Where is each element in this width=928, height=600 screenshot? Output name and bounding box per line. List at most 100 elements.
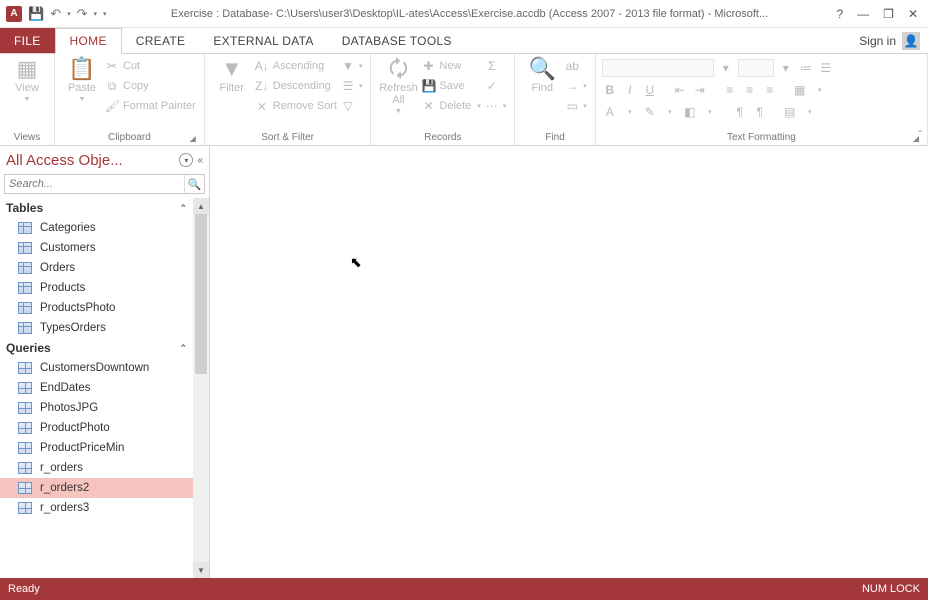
chevron-down-icon[interactable]: ▾	[778, 61, 794, 75]
chevron-down-icon[interactable]: ▾	[802, 108, 818, 116]
help-button[interactable]: ?	[836, 7, 843, 21]
nav-item-query[interactable]: PhotosJPG	[0, 398, 193, 418]
new-record-button[interactable]: ✚New	[419, 56, 482, 76]
nav-item-query[interactable]: ProductPriceMin	[0, 438, 193, 458]
restore-button[interactable]: ❐	[883, 7, 894, 21]
align-left-icon[interactable]: ≡	[722, 83, 738, 97]
font-name-combo[interactable]	[602, 59, 714, 77]
tab-home[interactable]: HOME	[55, 28, 122, 54]
tab-external-data[interactable]: EXTERNAL DATA	[199, 28, 327, 53]
paste-button[interactable]: 📋 Paste ▼	[61, 56, 103, 103]
scroll-up-icon[interactable]: ▲	[193, 198, 209, 214]
font-size-combo[interactable]	[738, 59, 774, 77]
delete-record-button[interactable]: ✕Delete▾	[419, 96, 482, 116]
ltr-icon[interactable]: ¶	[732, 105, 748, 119]
undo-icon[interactable]: ↶	[50, 6, 61, 22]
collapse-ribbon-button[interactable]: ˆ	[919, 130, 922, 141]
find-button[interactable]: 🔍 Find	[521, 56, 563, 94]
nav-category[interactable]: Tables⌃	[0, 198, 193, 218]
filter-button[interactable]: ▼ Filter	[211, 56, 253, 94]
refresh-all-button[interactable]: 🗘 Refresh All ▼	[377, 56, 419, 115]
numbering-icon[interactable]: ☰	[818, 61, 834, 75]
underline-button[interactable]: U	[642, 83, 658, 97]
increase-indent-icon[interactable]: ⇥	[692, 83, 708, 97]
remove-sort-button[interactable]: ⨯Remove Sort	[253, 96, 339, 116]
bullets-icon[interactable]: ≔	[798, 61, 814, 75]
nav-category-label: Queries	[6, 341, 51, 355]
cut-button[interactable]: ✂Cut	[103, 56, 198, 76]
chevron-down-icon[interactable]: ▾	[702, 108, 718, 116]
chevron-down-icon[interactable]: ▾	[718, 61, 734, 75]
spelling-button[interactable]: ✓	[483, 76, 509, 96]
align-center-icon[interactable]: ≡	[742, 83, 758, 97]
replace-button[interactable]: ab	[563, 56, 589, 76]
format-painter-button[interactable]: 🖌Format Painter	[103, 96, 198, 116]
nav-pane-title[interactable]: All Access Obje...	[6, 152, 179, 169]
italic-button[interactable]: I	[622, 83, 638, 97]
clipboard-dialog-launcher[interactable]: ◢	[190, 134, 196, 143]
nav-item-table[interactable]: Products	[0, 278, 193, 298]
advanced-filter-button[interactable]: ☰▾	[339, 76, 365, 96]
undo-dropdown-icon[interactable]: ▾	[67, 10, 71, 18]
goto-button[interactable]: →▾	[563, 76, 589, 96]
chevron-down-icon[interactable]: ▾	[622, 108, 638, 116]
nav-item-table[interactable]: Orders	[0, 258, 193, 278]
nav-item-table[interactable]: Customers	[0, 238, 193, 258]
bold-button[interactable]: B	[602, 83, 618, 97]
nav-item-query[interactable]: r_orders2	[0, 478, 193, 498]
rtl-icon[interactable]: ¶	[752, 105, 768, 119]
nav-item-table[interactable]: Categories	[0, 218, 193, 238]
nav-item-table[interactable]: TypesOrders	[0, 318, 193, 338]
chevron-down-icon[interactable]: ▾	[662, 108, 678, 116]
scrollbar-track[interactable]	[193, 214, 209, 562]
more-records-button[interactable]: ⋯▾	[483, 96, 509, 116]
sign-in-button[interactable]: Sign in 👤	[851, 28, 928, 53]
collapse-icon[interactable]: ⌃	[179, 343, 187, 354]
collapse-icon[interactable]: ⌃	[179, 203, 187, 214]
scrollbar-thumb[interactable]	[195, 214, 207, 374]
redo-dropdown-icon[interactable]: ▾	[94, 10, 98, 18]
tab-database-tools[interactable]: DATABASE TOOLS	[328, 28, 466, 53]
tab-create[interactable]: CREATE	[122, 28, 200, 53]
nav-pane-menu-button[interactable]: ▾	[179, 153, 193, 167]
group-records-label: Records	[377, 132, 508, 145]
font-color-icon[interactable]: A	[602, 105, 618, 119]
copy-button[interactable]: ⧉Copy	[103, 76, 198, 96]
search-icon[interactable]: 🔍	[184, 175, 204, 193]
highlight-icon[interactable]: ✎	[642, 105, 658, 119]
nav-item-query[interactable]: EndDates	[0, 378, 193, 398]
nav-item-table[interactable]: ProductsPhoto	[0, 298, 193, 318]
query-icon	[18, 482, 32, 494]
nav-category[interactable]: Queries ⌃	[0, 338, 193, 358]
selection-filter-button[interactable]: ▼▾	[339, 56, 365, 76]
nav-item-label: r_orders	[40, 462, 83, 474]
chevron-down-icon[interactable]: ▾	[812, 86, 828, 94]
nav-search-input[interactable]	[5, 175, 184, 193]
save-icon[interactable]: 💾	[28, 6, 44, 22]
close-button[interactable]: ✕	[908, 7, 918, 21]
nav-item-query[interactable]: ProductPhoto	[0, 418, 193, 438]
nav-scrollbar[interactable]: ▲ ▼	[193, 198, 209, 578]
toggle-filter-button[interactable]: ▽	[339, 96, 365, 116]
view-button[interactable]: ▦ View ▼	[6, 56, 48, 103]
gridlines-icon[interactable]: ▦	[792, 83, 808, 97]
totals-button[interactable]: Σ	[483, 56, 509, 76]
group-text-formatting: ▾ ▾ ≔ ☰ B I U ⇤ ⇥ ≡ ≡ ≡ ▦ ▾ A ▾	[596, 54, 928, 145]
alternate-row-color-icon[interactable]: ▤	[782, 105, 798, 119]
decrease-indent-icon[interactable]: ⇤	[672, 83, 688, 97]
scroll-down-icon[interactable]: ▼	[193, 562, 209, 578]
qat-customize-icon[interactable]: ▾	[103, 10, 107, 18]
tab-file[interactable]: FILE	[0, 28, 55, 53]
nav-item-query[interactable]: r_orders3	[0, 498, 193, 518]
fill-color-icon[interactable]: ◧	[682, 105, 698, 119]
descending-button[interactable]: Z↓Descending	[253, 76, 339, 96]
minimize-button[interactable]: —	[857, 7, 869, 21]
nav-item-query[interactable]: r_orders	[0, 458, 193, 478]
ascending-button[interactable]: A↓Ascending	[253, 56, 339, 76]
redo-icon[interactable]: ↷	[77, 6, 88, 22]
save-record-button[interactable]: 💾Save	[419, 76, 482, 96]
nav-item-query[interactable]: CustomersDowntown	[0, 358, 193, 378]
shutter-bar-button[interactable]: «	[197, 155, 203, 166]
align-right-icon[interactable]: ≡	[762, 83, 778, 97]
select-button[interactable]: ▭▾	[563, 96, 589, 116]
